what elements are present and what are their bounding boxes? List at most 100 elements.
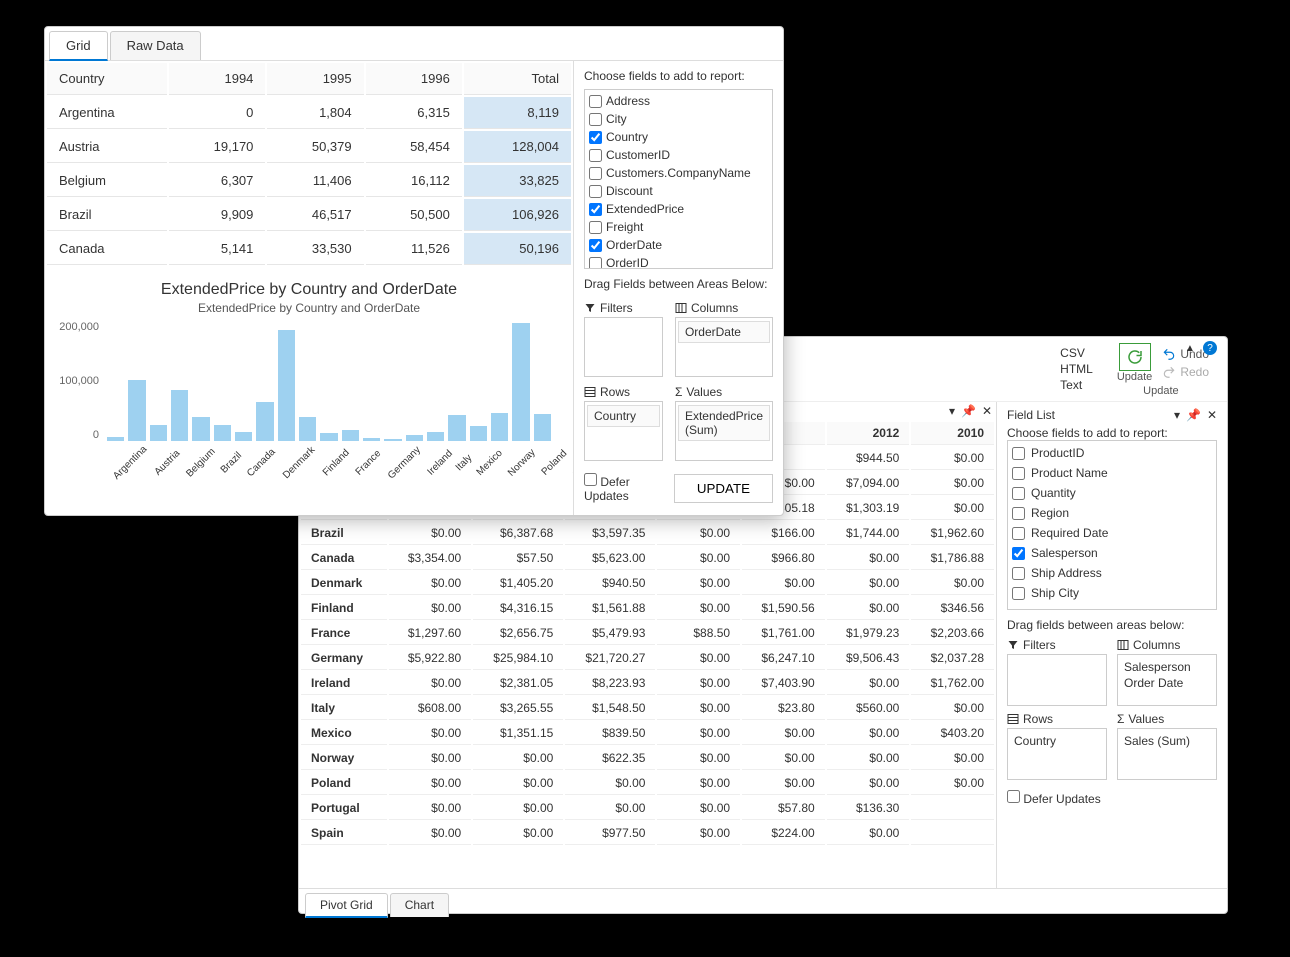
field-item[interactable]: OrderID <box>589 254 768 269</box>
field-item[interactable]: Country <box>589 128 768 146</box>
tab-raw-data[interactable]: Raw Data <box>110 31 201 60</box>
cell: 128,004 <box>464 131 571 163</box>
values-dropzone[interactable]: Sales (Sum) <box>1117 728 1217 780</box>
cell: $0.00 <box>911 572 994 595</box>
defer-updates-checkbox[interactable]: Defer Updates <box>584 473 674 503</box>
table-row: Poland$0.00$0.00$0.00$0.00$0.00$0.00$0.0… <box>301 772 994 795</box>
cell: $0.00 <box>473 797 563 820</box>
filter-icon <box>1007 639 1019 651</box>
dropdown-icon[interactable]: ▾ <box>949 404 955 418</box>
cell: 6,315 <box>366 97 462 129</box>
cell: $25,984.10 <box>473 647 563 670</box>
ribbon-group-label: Update <box>1143 385 1178 397</box>
drop-token[interactable]: Salesperson <box>1124 659 1210 675</box>
tab-grid[interactable]: Grid <box>49 31 108 61</box>
field-item[interactable]: Address <box>589 92 768 110</box>
cell: $7,094.00 <box>827 472 910 495</box>
column-header[interactable]: 1994 <box>169 63 265 95</box>
field-checklist-1[interactable]: Address City Country CustomerID Customer… <box>584 89 773 269</box>
chart-title: ExtendedPrice by Country and OrderDate <box>55 281 563 299</box>
column-header[interactable]: 2012 <box>827 422 910 445</box>
cell: $88.50 <box>657 622 740 645</box>
x-tick: Poland <box>540 448 570 478</box>
row-label: Canada <box>301 547 387 570</box>
close-icon[interactable]: ✕ <box>1207 408 1217 422</box>
defer-updates-checkbox[interactable]: Defer Updates <box>1007 792 1101 806</box>
field-item[interactable]: Freight <box>589 218 768 236</box>
field-item[interactable]: Salesperson <box>1012 543 1212 563</box>
row-label: Austria <box>47 131 167 163</box>
pin-icon[interactable]: 📌 <box>1186 408 1201 422</box>
cell: $0.00 <box>657 822 740 845</box>
drop-token[interactable]: Order Date <box>1124 675 1210 691</box>
field-item[interactable]: ProductID <box>1012 443 1212 463</box>
pivot-grid-1[interactable]: Country199419951996TotalArgentina01,8046… <box>45 61 573 267</box>
column-header[interactable]: 1996 <box>366 63 462 95</box>
cell: $0.00 <box>911 697 994 720</box>
field-item[interactable]: ExtendedPrice <box>589 200 768 218</box>
column-header[interactable]: Country <box>47 63 167 95</box>
drop-token[interactable]: ExtendedPrice (Sum) <box>678 405 770 441</box>
cell: $9,506.43 <box>827 647 910 670</box>
tab-pivot-grid[interactable]: Pivot Grid <box>305 893 388 918</box>
field-item[interactable]: Customers.CompanyName <box>589 164 768 182</box>
rows-dropzone[interactable]: Country <box>1007 728 1107 780</box>
tab-chart[interactable]: Chart <box>390 893 449 917</box>
values-dropzone[interactable]: ExtendedPrice (Sum) <box>675 401 773 461</box>
cell: $0.00 <box>473 747 563 770</box>
drop-token[interactable]: Country <box>1014 733 1100 749</box>
dropdown-icon[interactable]: ▾ <box>1174 408 1180 422</box>
field-item[interactable]: Quantity <box>1012 483 1212 503</box>
field-item[interactable]: Ship City <box>1012 583 1212 603</box>
field-item[interactable]: Required Date <box>1012 523 1212 543</box>
columns-dropzone[interactable]: Salesperson Order Date <box>1117 654 1217 706</box>
field-item[interactable]: OrderDate <box>589 236 768 254</box>
table-row: Canada$3,354.00$57.50$5,623.00$0.00$966.… <box>301 547 994 570</box>
cell: $0.00 <box>389 822 472 845</box>
cell: $0.00 <box>911 447 994 470</box>
field-item[interactable]: City <box>589 110 768 128</box>
export-text[interactable]: Text <box>1060 378 1093 392</box>
rows-icon <box>584 386 596 398</box>
redo-button[interactable]: Redo <box>1162 365 1209 379</box>
cell: $0.00 <box>742 572 825 595</box>
table-row: Spain$0.00$0.00$977.50$0.00$224.00$0.00 <box>301 822 994 845</box>
close-icon[interactable]: ✕ <box>982 404 992 418</box>
drop-token[interactable]: Country <box>587 405 660 427</box>
pin-icon[interactable]: 📌 <box>961 404 976 418</box>
field-item[interactable]: Ship Address <box>1012 563 1212 583</box>
collapse-up-icon[interactable]: ▲ <box>1183 341 1197 355</box>
field-item[interactable]: Region <box>1012 503 1212 523</box>
cell: $622.35 <box>565 747 655 770</box>
update-button[interactable]: UPDATE <box>674 474 773 503</box>
cell: $0.00 <box>389 772 472 795</box>
drop-token[interactable]: OrderDate <box>678 321 770 343</box>
export-html[interactable]: HTML <box>1060 362 1093 376</box>
cell: $4,316.15 <box>473 597 563 620</box>
rows-dropzone[interactable]: Country <box>584 401 663 461</box>
table-row: Denmark$0.00$1,405.20$940.50$0.00$0.00$0… <box>301 572 994 595</box>
field-item[interactable]: CustomerID <box>589 146 768 164</box>
filters-dropzone[interactable] <box>584 317 663 377</box>
help-icon[interactable]: ? <box>1203 341 1217 355</box>
drop-token[interactable]: Sales (Sum) <box>1124 733 1210 749</box>
bar <box>214 425 231 441</box>
update-button[interactable]: Update <box>1113 341 1156 385</box>
cell: $166.00 <box>742 522 825 545</box>
column-header[interactable]: 2010 <box>911 422 994 445</box>
field-checklist-2[interactable]: ProductID Product Name Quantity Region R… <box>1007 440 1217 610</box>
x-tick: Mexico <box>474 448 504 478</box>
export-csv[interactable]: CSV <box>1060 346 1093 360</box>
column-header[interactable]: Total <box>464 63 571 95</box>
row-label: Brazil <box>301 522 387 545</box>
x-tick: Germany <box>386 444 423 481</box>
bar <box>128 380 145 441</box>
filters-dropzone[interactable] <box>1007 654 1107 706</box>
cell: $1,303.19 <box>827 497 910 520</box>
cell: $6,387.68 <box>473 522 563 545</box>
field-item[interactable]: Product Name <box>1012 463 1212 483</box>
columns-dropzone[interactable]: OrderDate <box>675 317 773 377</box>
column-header[interactable]: 1995 <box>267 63 363 95</box>
cell: $0.00 <box>911 747 994 770</box>
field-item[interactable]: Discount <box>589 182 768 200</box>
